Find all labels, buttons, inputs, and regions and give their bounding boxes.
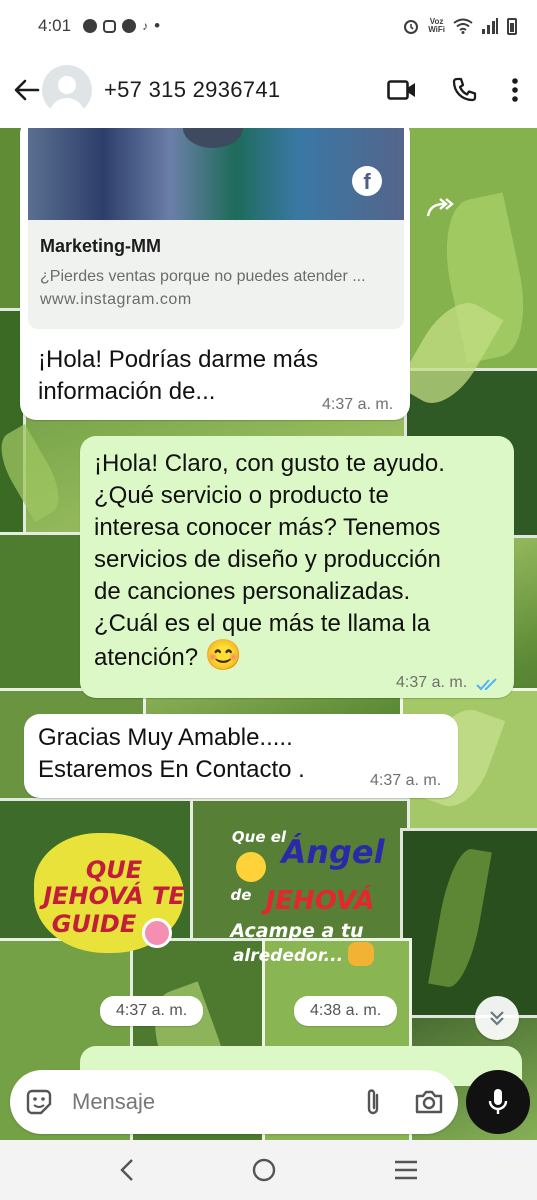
scroll-to-bottom-button[interactable]: [475, 996, 519, 1040]
flexed-bicep-emoji: [348, 942, 374, 966]
message-incoming[interactable]: Gracias Muy Amable..... Estaremos En Con…: [24, 714, 458, 798]
sticker-text: Ángel: [281, 833, 385, 871]
message-time: 4:37 a. m.: [396, 674, 468, 691]
notification-icons: ♪ •: [83, 16, 160, 36]
sticker-text: JEHOVÁ TE: [43, 882, 185, 910]
messenger-icon: [122, 19, 137, 33]
microphone-icon: [488, 1089, 508, 1114]
nav-home-icon[interactable]: [251, 1157, 277, 1183]
message-composer: [10, 1070, 458, 1134]
wifi-icon: [453, 18, 473, 34]
angel-emoji-icon: [236, 852, 266, 882]
tiktok-icon: ♪: [142, 19, 149, 33]
nav-recents-icon[interactable]: [393, 1159, 419, 1181]
wifi-calling-icon: Voz WiFi: [428, 17, 445, 34]
camera-icon[interactable]: [414, 1089, 444, 1115]
nav-back-icon[interactable]: [118, 1157, 136, 1183]
forward-icon[interactable]: [424, 196, 458, 227]
sticker-angel-de-jehova[interactable]: Que el Ángel de JEHOVÁ Acampe a tu alred…: [220, 818, 400, 978]
avatar-head-shape: [58, 76, 76, 94]
sticker-text: JEHOVÁ: [265, 886, 375, 916]
contact-name[interactable]: +57 315 2936741: [104, 77, 280, 103]
sticker-text: alrededor...: [232, 946, 344, 966]
smiling-face-emoji: 😊: [204, 639, 243, 672]
sticker-time: 4:37 a. m.: [100, 996, 204, 1026]
app-notification-icon: [103, 19, 117, 33]
message-time: 4:37 a. m.: [322, 396, 394, 413]
link-preview-domain: www.instagram.com: [40, 291, 192, 308]
link-preview-description: ¿Pierdes ventas porque no puedes atender…: [40, 268, 366, 285]
message-time: 4:37 a. m.: [370, 772, 442, 789]
more-options-icon[interactable]: [511, 77, 519, 103]
phone-icon[interactable]: [451, 77, 477, 103]
message-input[interactable]: [72, 1089, 332, 1115]
signal-icon: [482, 18, 498, 34]
link-preview-card[interactable]: f Marketing-MM ¿Pierdes ventas porque no…: [28, 128, 404, 329]
status-bar: 4:01 ♪ • Voz WiFi: [0, 0, 537, 52]
messenger-icon: [83, 19, 98, 33]
alarm-icon: [404, 20, 419, 34]
more-notifications-dot: •: [154, 16, 161, 35]
sticker-text: Acampe a tu: [230, 920, 364, 942]
voice-message-button[interactable]: [466, 1070, 530, 1134]
status-time: 4:01: [38, 16, 72, 35]
sticker-emoji-icon[interactable]: [24, 1087, 54, 1117]
read-receipt-icon: [476, 678, 497, 691]
sticker-text: QUE: [85, 856, 143, 884]
double-chevron-down-icon: [490, 1011, 504, 1026]
sticker-time: 4:38 a. m.: [294, 996, 398, 1026]
message-text: Gracias Muy Amable..... Estaremos En Con…: [38, 724, 305, 783]
avatar[interactable]: [42, 65, 92, 115]
chat-area[interactable]: f Marketing-MM ¿Pierdes ventas porque no…: [0, 128, 537, 1140]
system-navigation-bar: [0, 1140, 537, 1200]
link-preview-image: [28, 128, 404, 220]
sticker-text: GUIDE: [51, 910, 137, 938]
link-preview-title: Marketing-MM: [40, 236, 161, 256]
flower-icon: [142, 918, 172, 948]
attach-icon[interactable]: [362, 1087, 384, 1117]
battery-icon: [507, 17, 517, 35]
facebook-icon: f: [352, 166, 382, 196]
chat-header: +57 315 2936741: [0, 52, 537, 128]
video-call-icon[interactable]: [387, 79, 417, 101]
message-text: ¡Hola! Claro, con gusto te ayudo. ¿Qué s…: [94, 450, 445, 672]
back-arrow-icon[interactable]: [12, 75, 42, 105]
link-preview-blur-circle: [183, 128, 243, 148]
avatar-body-shape: [49, 98, 85, 115]
sticker-que-jehova-te-guide[interactable]: QUE JEHOVÁ TE GUIDE: [24, 828, 204, 978]
message-outgoing[interactable]: ¡Hola! Claro, con gusto te ayudo. ¿Qué s…: [80, 436, 514, 698]
